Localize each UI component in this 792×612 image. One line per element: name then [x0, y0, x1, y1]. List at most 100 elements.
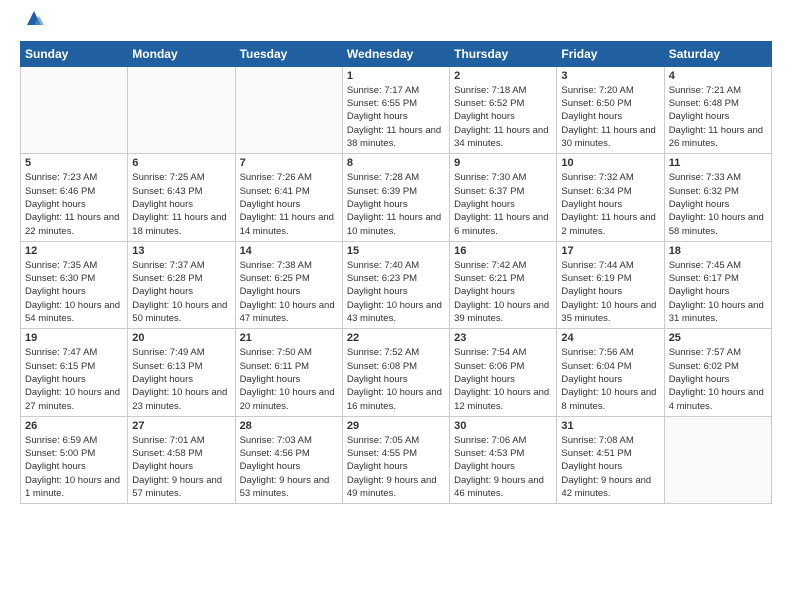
page-container: SundayMondayTuesdayWednesdayThursdayFrid… [0, 0, 792, 514]
day-number: 19 [25, 332, 123, 344]
calendar-cell: 12 Sunrise: 7:35 AM Sunset: 6:30 PM Dayl… [21, 241, 128, 328]
week-row-4: 26 Sunrise: 6:59 AM Sunset: 5:00 PM Dayl… [21, 416, 772, 503]
day-number: 21 [240, 332, 338, 344]
day-info: Sunrise: 7:17 AM Sunset: 6:55 PM Dayligh… [347, 84, 445, 150]
calendar-cell: 25 Sunrise: 7:57 AM Sunset: 6:02 PM Dayl… [664, 329, 771, 416]
calendar-cell: 9 Sunrise: 7:30 AM Sunset: 6:37 PM Dayli… [450, 154, 557, 241]
header-row: SundayMondayTuesdayWednesdayThursdayFrid… [21, 41, 772, 66]
calendar-cell: 7 Sunrise: 7:26 AM Sunset: 6:41 PM Dayli… [235, 154, 342, 241]
day-info: Sunrise: 7:30 AM Sunset: 6:37 PM Dayligh… [454, 171, 552, 237]
day-number: 23 [454, 332, 552, 344]
day-number: 22 [347, 332, 445, 344]
day-number: 16 [454, 245, 552, 257]
calendar-cell: 16 Sunrise: 7:42 AM Sunset: 6:21 PM Dayl… [450, 241, 557, 328]
calendar-table: SundayMondayTuesdayWednesdayThursdayFrid… [20, 41, 772, 504]
calendar-cell: 17 Sunrise: 7:44 AM Sunset: 6:19 PM Dayl… [557, 241, 664, 328]
day-header-thursday: Thursday [450, 41, 557, 66]
day-number: 17 [561, 245, 659, 257]
calendar-wrapper: SundayMondayTuesdayWednesdayThursdayFrid… [0, 41, 792, 514]
calendar-cell: 19 Sunrise: 7:47 AM Sunset: 6:15 PM Dayl… [21, 329, 128, 416]
day-info: Sunrise: 7:47 AM Sunset: 6:15 PM Dayligh… [25, 346, 123, 412]
day-info: Sunrise: 7:03 AM Sunset: 4:56 PM Dayligh… [240, 434, 338, 500]
day-info: Sunrise: 7:35 AM Sunset: 6:30 PM Dayligh… [25, 259, 123, 325]
day-info: Sunrise: 7:26 AM Sunset: 6:41 PM Dayligh… [240, 171, 338, 237]
day-header-saturday: Saturday [664, 41, 771, 66]
day-info: Sunrise: 7:42 AM Sunset: 6:21 PM Dayligh… [454, 259, 552, 325]
day-number: 10 [561, 157, 659, 169]
calendar-cell: 6 Sunrise: 7:25 AM Sunset: 6:43 PM Dayli… [128, 154, 235, 241]
day-number: 8 [347, 157, 445, 169]
calendar-cell: 31 Sunrise: 7:08 AM Sunset: 4:51 PM Dayl… [557, 416, 664, 503]
calendar-cell: 5 Sunrise: 7:23 AM Sunset: 6:46 PM Dayli… [21, 154, 128, 241]
day-info: Sunrise: 7:20 AM Sunset: 6:50 PM Dayligh… [561, 84, 659, 150]
day-info: Sunrise: 7:32 AM Sunset: 6:34 PM Dayligh… [561, 171, 659, 237]
calendar-cell: 23 Sunrise: 7:54 AM Sunset: 6:06 PM Dayl… [450, 329, 557, 416]
day-info: Sunrise: 7:25 AM Sunset: 6:43 PM Dayligh… [132, 171, 230, 237]
day-info: Sunrise: 7:01 AM Sunset: 4:58 PM Dayligh… [132, 434, 230, 500]
calendar-cell: 20 Sunrise: 7:49 AM Sunset: 6:13 PM Dayl… [128, 329, 235, 416]
calendar-cell: 27 Sunrise: 7:01 AM Sunset: 4:58 PM Dayl… [128, 416, 235, 503]
calendar-cell: 21 Sunrise: 7:50 AM Sunset: 6:11 PM Dayl… [235, 329, 342, 416]
calendar-cell: 30 Sunrise: 7:06 AM Sunset: 4:53 PM Dayl… [450, 416, 557, 503]
day-number: 30 [454, 420, 552, 432]
calendar-cell: 11 Sunrise: 7:33 AM Sunset: 6:32 PM Dayl… [664, 154, 771, 241]
day-number: 5 [25, 157, 123, 169]
day-info: Sunrise: 7:18 AM Sunset: 6:52 PM Dayligh… [454, 84, 552, 150]
calendar-cell: 22 Sunrise: 7:52 AM Sunset: 6:08 PM Dayl… [342, 329, 449, 416]
calendar-cell: 26 Sunrise: 6:59 AM Sunset: 5:00 PM Dayl… [21, 416, 128, 503]
day-number: 14 [240, 245, 338, 257]
day-number: 3 [561, 70, 659, 82]
calendar-cell [128, 66, 235, 153]
week-row-0: 1 Sunrise: 7:17 AM Sunset: 6:55 PM Dayli… [21, 66, 772, 153]
day-info: Sunrise: 7:56 AM Sunset: 6:04 PM Dayligh… [561, 346, 659, 412]
logo-icon [23, 7, 45, 29]
calendar-cell: 28 Sunrise: 7:03 AM Sunset: 4:56 PM Dayl… [235, 416, 342, 503]
day-number: 18 [669, 245, 767, 257]
day-number: 31 [561, 420, 659, 432]
calendar-cell [235, 66, 342, 153]
week-row-3: 19 Sunrise: 7:47 AM Sunset: 6:15 PM Dayl… [21, 329, 772, 416]
calendar-cell: 10 Sunrise: 7:32 AM Sunset: 6:34 PM Dayl… [557, 154, 664, 241]
day-number: 24 [561, 332, 659, 344]
calendar-cell: 13 Sunrise: 7:37 AM Sunset: 6:28 PM Dayl… [128, 241, 235, 328]
day-info: Sunrise: 7:21 AM Sunset: 6:48 PM Dayligh… [669, 84, 767, 150]
calendar-cell: 29 Sunrise: 7:05 AM Sunset: 4:55 PM Dayl… [342, 416, 449, 503]
day-number: 27 [132, 420, 230, 432]
day-info: Sunrise: 7:54 AM Sunset: 6:06 PM Dayligh… [454, 346, 552, 412]
day-header-wednesday: Wednesday [342, 41, 449, 66]
day-info: Sunrise: 7:52 AM Sunset: 6:08 PM Dayligh… [347, 346, 445, 412]
day-info: Sunrise: 7:08 AM Sunset: 4:51 PM Dayligh… [561, 434, 659, 500]
day-number: 7 [240, 157, 338, 169]
calendar-cell: 3 Sunrise: 7:20 AM Sunset: 6:50 PM Dayli… [557, 66, 664, 153]
calendar-cell: 15 Sunrise: 7:40 AM Sunset: 6:23 PM Dayl… [342, 241, 449, 328]
calendar-cell: 18 Sunrise: 7:45 AM Sunset: 6:17 PM Dayl… [664, 241, 771, 328]
day-info: Sunrise: 7:05 AM Sunset: 4:55 PM Dayligh… [347, 434, 445, 500]
day-number: 9 [454, 157, 552, 169]
day-info: Sunrise: 7:45 AM Sunset: 6:17 PM Dayligh… [669, 259, 767, 325]
day-info: Sunrise: 7:50 AM Sunset: 6:11 PM Dayligh… [240, 346, 338, 412]
day-info: Sunrise: 7:49 AM Sunset: 6:13 PM Dayligh… [132, 346, 230, 412]
day-header-tuesday: Tuesday [235, 41, 342, 66]
day-info: Sunrise: 7:23 AM Sunset: 6:46 PM Dayligh… [25, 171, 123, 237]
day-info: Sunrise: 7:44 AM Sunset: 6:19 PM Dayligh… [561, 259, 659, 325]
day-number: 20 [132, 332, 230, 344]
day-info: Sunrise: 7:28 AM Sunset: 6:39 PM Dayligh… [347, 171, 445, 237]
day-number: 6 [132, 157, 230, 169]
day-header-sunday: Sunday [21, 41, 128, 66]
header [0, 0, 792, 41]
day-number: 2 [454, 70, 552, 82]
day-number: 28 [240, 420, 338, 432]
calendar-cell [664, 416, 771, 503]
day-number: 11 [669, 157, 767, 169]
day-number: 15 [347, 245, 445, 257]
day-number: 29 [347, 420, 445, 432]
day-info: Sunrise: 7:38 AM Sunset: 6:25 PM Dayligh… [240, 259, 338, 325]
day-number: 4 [669, 70, 767, 82]
calendar-cell: 4 Sunrise: 7:21 AM Sunset: 6:48 PM Dayli… [664, 66, 771, 153]
logo [20, 12, 45, 33]
calendar-cell: 24 Sunrise: 7:56 AM Sunset: 6:04 PM Dayl… [557, 329, 664, 416]
day-info: Sunrise: 7:06 AM Sunset: 4:53 PM Dayligh… [454, 434, 552, 500]
day-info: Sunrise: 7:33 AM Sunset: 6:32 PM Dayligh… [669, 171, 767, 237]
calendar-cell: 14 Sunrise: 7:38 AM Sunset: 6:25 PM Dayl… [235, 241, 342, 328]
day-header-monday: Monday [128, 41, 235, 66]
